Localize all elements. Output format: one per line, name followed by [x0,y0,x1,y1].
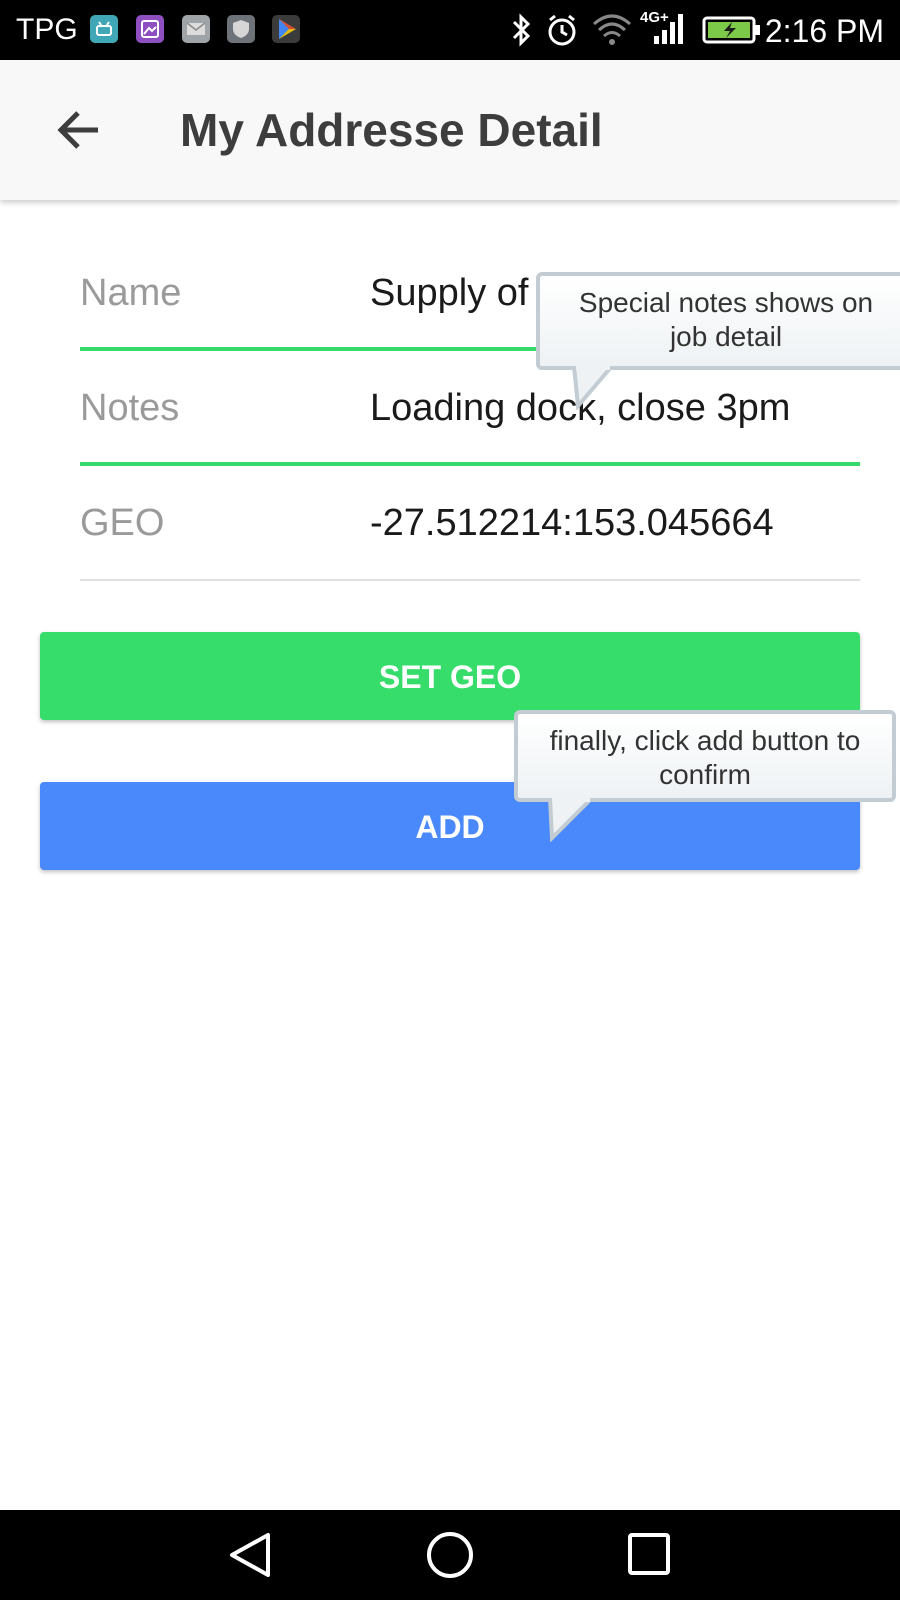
nav-home-button[interactable] [400,1510,500,1600]
notes-tooltip: Special notes shows on job detail [536,272,900,370]
geo-label: GEO [80,502,165,544]
notes-label: Notes [80,387,180,429]
network-type-label: 4G+ [640,9,669,26]
add-tooltip-pointer [548,798,594,842]
name-label: Name [80,272,182,314]
arrow-back-icon [57,111,98,149]
play-store-icon [272,15,300,43]
nav-back-icon [230,1533,270,1577]
nav-recents-icon [628,1533,670,1575]
nav-back-button[interactable] [200,1510,300,1600]
geo-field[interactable]: GEO -27.512214:153.045664 [80,466,860,581]
nav-home-icon [427,1532,473,1578]
battery-charging-icon [702,0,762,60]
navigation-bar [0,1510,900,1600]
bluetooth-icon [506,0,536,60]
status-bar: TPG 4G+ 2:16 PM [0,0,900,60]
nav-recents-button[interactable] [600,1510,700,1600]
wifi-icon [590,0,634,60]
geo-underline [80,579,860,581]
geo-input[interactable]: -27.512214:153.045664 [370,466,774,581]
carrier-label: TPG [16,13,78,46]
mail-icon [182,15,210,43]
alarm-icon [544,0,580,60]
page-title: My Addresse Detail [180,104,603,156]
gallery-icon [136,15,164,43]
shield-icon [227,15,255,43]
add-tooltip: finally, click add button to confirm [514,710,896,802]
app-bar: My Addresse Detail [0,60,900,200]
clock: 2:16 PM [764,13,884,49]
back-button[interactable] [50,100,110,160]
set-geo-button[interactable]: SET GEO [40,632,860,720]
notes-tooltip-pointer [572,366,614,410]
signal-icon: 4G+ [640,0,690,60]
android-icon [90,15,118,43]
name-input[interactable]: Supply of [370,236,528,351]
